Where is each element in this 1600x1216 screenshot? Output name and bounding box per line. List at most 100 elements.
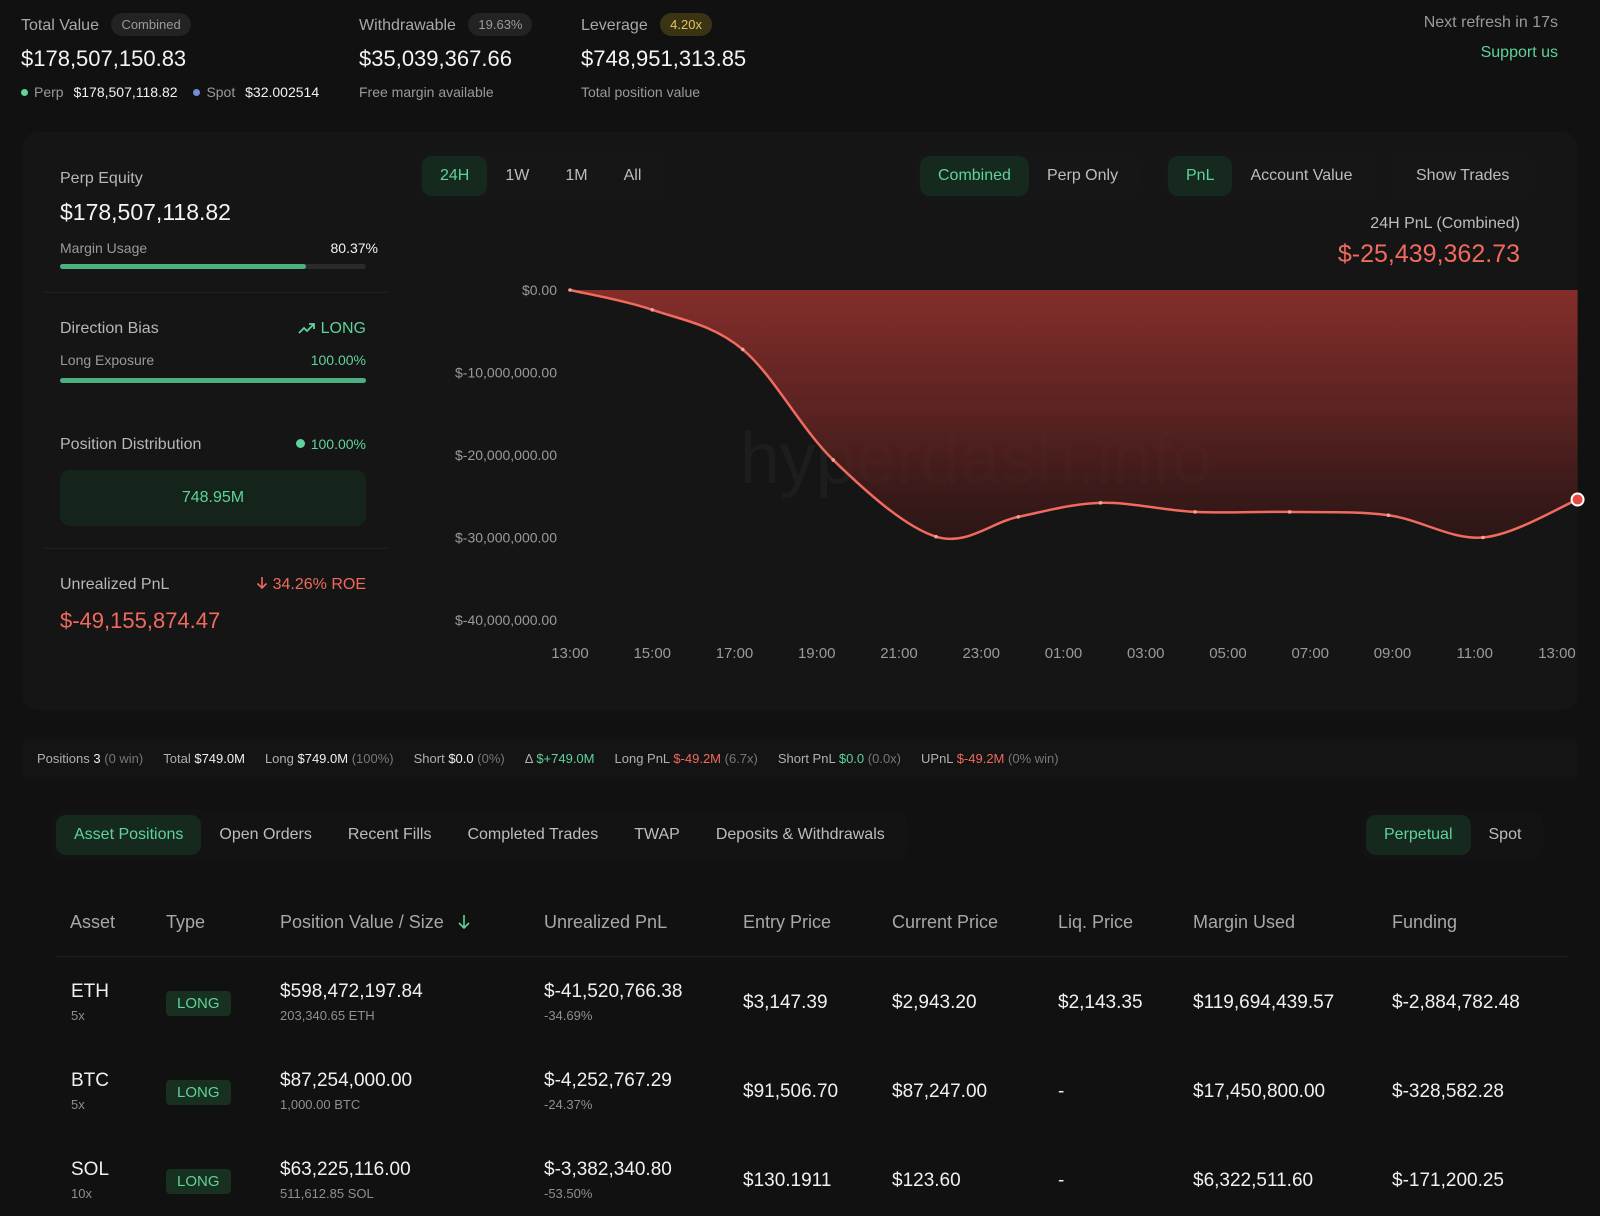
tab-open-orders[interactable]: Open Orders: [201, 815, 329, 855]
asset-name: ETH: [71, 981, 109, 1002]
short-pnl-label: Short PnL: [777, 750, 836, 766]
asset-name: SOL: [71, 1159, 110, 1180]
upnl-win: (0% win): [1008, 750, 1059, 766]
y-tick-label: $-30,000,000.00: [455, 530, 557, 546]
tab-deposits-withdrawals[interactable]: Deposits & Withdrawals: [698, 815, 903, 855]
col-liq-price[interactable]: Liq. Price: [1058, 912, 1133, 933]
col-asset[interactable]: Asset: [70, 912, 115, 933]
long-value: $749.0M: [297, 750, 349, 766]
y-tick-label: $-40,000,000.00: [455, 612, 557, 628]
margin-used: $17,450,800.00: [1193, 1081, 1326, 1102]
asset-leverage: 5x: [71, 1097, 85, 1112]
positions-win: (0 win): [104, 750, 144, 766]
pnl-chart[interactable]: hyperdash.info $0.00$-10,000,000.00$-20,…: [0, 0, 1600, 700]
col-entry-price[interactable]: Entry Price: [743, 912, 831, 933]
x-tick-label: 07:00: [1291, 645, 1329, 662]
x-tick-label: 15:00: [633, 645, 671, 662]
positions-label: Positions: [37, 750, 90, 766]
x-tick-label: 19:00: [798, 645, 836, 662]
header-divider: [56, 956, 1568, 957]
x-tick-label: 05:00: [1209, 645, 1247, 662]
unrealized-pnl-pct: -34.69%: [544, 1008, 593, 1023]
data-point: [568, 288, 572, 292]
liq-price: -: [1058, 1170, 1065, 1191]
y-tick-label: $-20,000,000.00: [455, 447, 557, 463]
tab-asset-positions[interactable]: Asset Positions: [56, 815, 202, 855]
data-point: [1098, 501, 1103, 505]
long-pct: (100%): [351, 750, 394, 766]
x-tick-label: 03:00: [1127, 645, 1165, 662]
unrealized-pnl-pct: -53.50%: [544, 1186, 593, 1201]
position-value: $87,254,000.00: [280, 1070, 413, 1091]
positions-summary-strip: Positions 3 (0 win) Total $749.0M Long $…: [22, 737, 1578, 779]
market-tabs: Perpetual Spot: [1362, 810, 1544, 860]
liq-price: $2,143.35: [1058, 992, 1143, 1013]
tab-perpetual[interactable]: Perpetual: [1366, 815, 1471, 855]
position-size: 511,612.85 SOL: [280, 1186, 374, 1201]
x-tick-label: 01:00: [1045, 645, 1083, 662]
x-tick-label: 21:00: [880, 645, 918, 662]
x-tick-label: 13:00: [1538, 645, 1576, 662]
data-point: [1193, 510, 1197, 514]
funding: $-171,200.25: [1392, 1170, 1504, 1191]
data-point: [650, 308, 655, 312]
delta-label: Δ: [524, 750, 533, 766]
position-size: 1,000.00 BTC: [280, 1097, 361, 1112]
data-point: [1481, 535, 1485, 540]
positions-value: 3: [93, 750, 101, 766]
current-price: $87,247.00: [892, 1081, 988, 1102]
col-position-value-label: Position Value / Size: [280, 912, 444, 932]
unrealized-pnl-pct: -24.37%: [544, 1097, 593, 1112]
liq-price: -: [1058, 1081, 1065, 1102]
asset-leverage: 10x: [71, 1186, 92, 1201]
col-funding[interactable]: Funding: [1392, 912, 1457, 933]
data-point: [831, 458, 835, 462]
entry-price: $3,147.39: [743, 992, 828, 1013]
entry-price: $130.1911: [743, 1170, 832, 1191]
x-tick-label: 13:00: [551, 645, 589, 662]
table-row[interactable]: SOL 10x LONG $63,225,116.00 511,612.85 SOL…: [0, 1153, 1600, 1215]
col-type[interactable]: Type: [166, 912, 205, 933]
data-point: [740, 347, 745, 352]
unrealized-pnl: $-3,382,340.80: [544, 1159, 672, 1180]
margin-used: $119,694,439.57: [1193, 992, 1335, 1013]
upnl-label: UPnL: [921, 750, 954, 766]
position-value: $598,472,197.84: [280, 981, 423, 1002]
upnl-value: $-49.2M: [956, 750, 1005, 766]
y-tick-label: $-10,000,000.00: [455, 365, 557, 381]
delta-value: $+749.0M: [536, 750, 595, 766]
unrealized-pnl: $-4,252,767.29: [544, 1070, 672, 1091]
data-point: [1016, 515, 1021, 519]
margin-used: $6,322,511.60: [1193, 1170, 1314, 1191]
entry-price: $91,506.70: [743, 1081, 839, 1102]
type-badge: LONG: [166, 991, 231, 1016]
tab-twap[interactable]: TWAP: [616, 815, 698, 855]
pnl-area: [570, 290, 1578, 539]
asset-name: BTC: [71, 1070, 109, 1091]
short-value: $0.0: [448, 750, 474, 766]
x-tick-label: 09:00: [1374, 645, 1412, 662]
total-label: Total: [163, 750, 191, 766]
asset-leverage: 5x: [71, 1008, 85, 1023]
data-point: [1386, 513, 1391, 518]
tab-spot[interactable]: Spot: [1471, 815, 1540, 855]
table-row[interactable]: BTC 5x LONG $87,254,000.00 1,000.00 BTC $-…: [0, 1064, 1600, 1134]
funding: $-328,582.28: [1392, 1081, 1504, 1102]
short-pnl-value: $0.0: [838, 750, 865, 766]
sort-down-icon: [458, 915, 470, 930]
current-point-marker[interactable]: [1570, 492, 1585, 507]
current-price: $123.60: [892, 1170, 961, 1191]
col-position-value[interactable]: Position Value / Size: [280, 912, 471, 933]
table-row[interactable]: ETH 5x LONG $598,472,197.84 203,340.65 ETH…: [0, 975, 1600, 1045]
col-unrealized-pnl[interactable]: Unrealized PnL: [544, 912, 667, 933]
x-tick-label: 11:00: [1457, 645, 1493, 662]
data-point: [934, 534, 938, 539]
tab-completed-trades[interactable]: Completed Trades: [449, 815, 616, 855]
short-pct: (0%): [477, 750, 505, 766]
current-price: $2,943.20: [892, 992, 977, 1013]
total-value: $749.0M: [194, 750, 245, 766]
y-tick-label: $0.00: [522, 282, 557, 298]
col-current-price[interactable]: Current Price: [892, 912, 998, 933]
col-margin-used[interactable]: Margin Used: [1193, 912, 1295, 933]
tab-recent-fills[interactable]: Recent Fills: [330, 815, 450, 855]
